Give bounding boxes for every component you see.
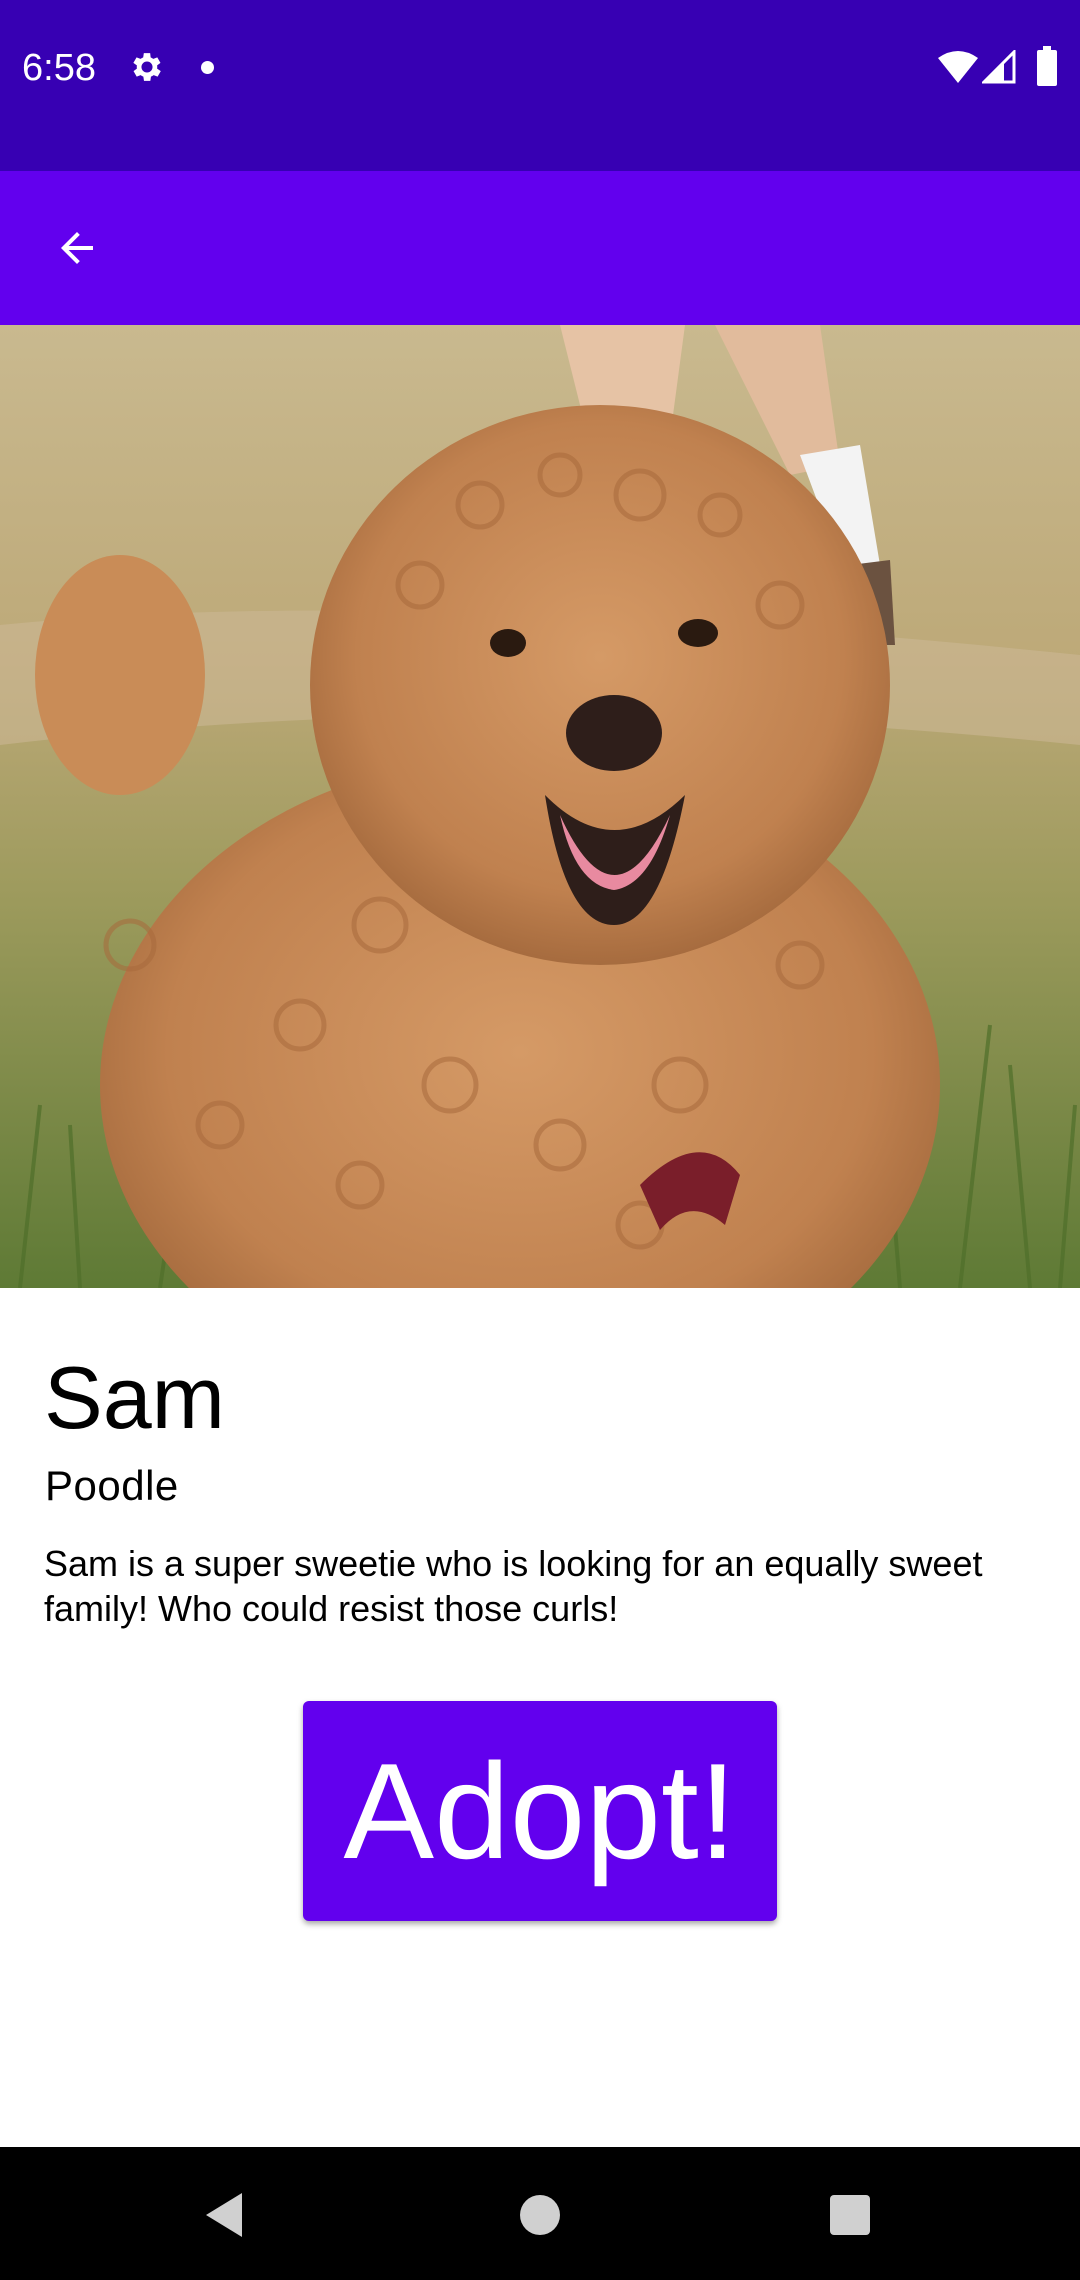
- system-nav-bar: [0, 2147, 1080, 2280]
- app-bar: [0, 171, 1080, 325]
- back-button[interactable]: [36, 207, 118, 289]
- nav-home-icon[interactable]: [520, 2195, 560, 2235]
- gear-icon: [133, 53, 161, 81]
- adopt-button[interactable]: Adopt!: [303, 1701, 777, 1921]
- dog-photo: [0, 325, 1080, 1288]
- pet-description: Sam is a super sweetie who is looking fo…: [44, 1543, 983, 1629]
- notification-dot-icon: [201, 61, 214, 74]
- arrow-back-icon: [61, 232, 93, 264]
- wifi-icon: [938, 51, 978, 83]
- nav-recents-icon[interactable]: [830, 2195, 870, 2235]
- battery-icon: [1037, 46, 1057, 86]
- nav-back-icon[interactable]: [202, 2191, 248, 2239]
- status-time: 6:58: [22, 47, 96, 89]
- cell-signal-icon: [982, 50, 1016, 84]
- pet-breed: Poodle: [45, 1462, 179, 1509]
- pet-name: Sam: [44, 1348, 225, 1447]
- pet-photo: [0, 325, 1080, 1288]
- status-bar: 6:58: [0, 0, 1080, 171]
